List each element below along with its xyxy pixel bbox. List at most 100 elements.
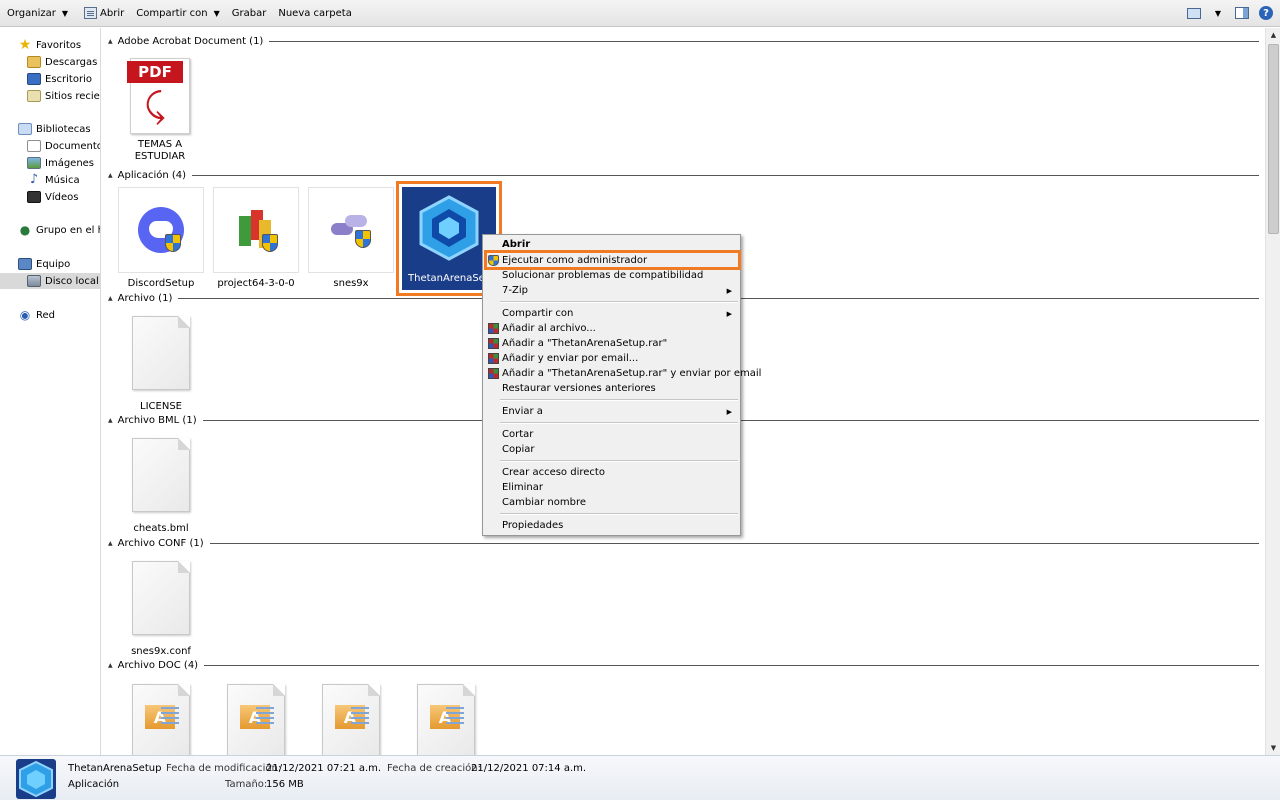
burn-label: Grabar [231, 7, 267, 19]
desktop-icon [27, 73, 41, 85]
view-options-button[interactable]: ▼ [1208, 3, 1228, 23]
nav-network[interactable]: ◉ Red [0, 307, 100, 323]
menu-label: Propiedades [502, 520, 564, 531]
collapse-icon: ▲ [108, 539, 113, 547]
vertical-scrollbar[interactable]: ▲ ▼ [1265, 28, 1280, 755]
winrar-icon [488, 323, 499, 334]
nav-local-disk[interactable]: Disco local (C [0, 273, 100, 289]
file-thumbnail [118, 555, 204, 641]
menu-item-add-rar-and-email[interactable]: Añadir a "ThetanArenaSetup.rar" y enviar… [485, 366, 761, 381]
group-title: Archivo CONF (1) [117, 537, 204, 549]
file-thumbnail: A [403, 678, 489, 755]
file-item-pdf[interactable]: PDF ⤹ TEMAS A ESTUDIAR [117, 53, 203, 163]
organize-label: Organizar [7, 7, 56, 19]
file-item-license[interactable]: LICENSE [118, 310, 204, 413]
open-button[interactable]: Abrir [79, 2, 129, 24]
menu-label: Cortar [502, 429, 534, 440]
file-item-doc[interactable]: A [213, 678, 299, 755]
file-item-doc[interactable]: A [403, 678, 489, 755]
group-header-application[interactable]: ▲ Aplicación (4) [108, 168, 1259, 182]
chevron-down-icon: ▼ [61, 8, 69, 18]
menu-item-send-to[interactable]: Enviar a ▶ [485, 404, 738, 419]
nav-favorites[interactable]: ★ Favoritos [0, 37, 100, 53]
menu-item-add-to-rar[interactable]: Añadir a "ThetanArenaSetup.rar" [485, 336, 738, 351]
nav-desktop[interactable]: Escritorio [0, 71, 100, 87]
menu-separator [500, 422, 738, 424]
file-item-cheats-bml[interactable]: cheats.bml [118, 432, 204, 535]
nav-homegroup[interactable]: ● Grupo en el ho [0, 222, 100, 238]
wordpad-document-icon: A [322, 684, 380, 755]
nav-images[interactable]: Imágenes [0, 155, 100, 171]
details-modified-label: Fecha de modificación: [166, 763, 282, 774]
file-item-snes9x[interactable]: snes9x [308, 187, 394, 290]
group-title: Archivo BML (1) [117, 414, 197, 426]
collapse-icon: ▲ [108, 294, 113, 302]
menu-item-7zip[interactable]: 7-Zip ▶ [485, 283, 738, 298]
details-size-label: Tamaño: [225, 779, 268, 790]
collapse-icon: ▲ [108, 416, 113, 424]
images-icon [27, 157, 41, 169]
details-file-type: Aplicación [68, 779, 120, 790]
menu-item-add-to-archive[interactable]: Añadir al archivo... [485, 321, 738, 336]
details-created-label: Fecha de creación: [387, 763, 481, 774]
menu-label: Cambiar nombre [502, 497, 586, 508]
scroll-up-arrow-icon[interactable]: ▲ [1266, 28, 1280, 42]
details-modified-value: 21/12/2021 07:21 a.m. [266, 763, 382, 774]
nav-music[interactable]: ♪ Música [0, 172, 100, 188]
menu-item-properties[interactable]: Propiedades [485, 518, 738, 533]
wordpad-document-icon: A [417, 684, 475, 755]
file-item-doc[interactable]: A [308, 678, 394, 755]
new-folder-button[interactable]: Nueva carpeta [273, 2, 356, 24]
menu-label: Solucionar problemas de compatibilidad [502, 270, 704, 281]
menu-label: Abrir [502, 239, 531, 250]
nav-label: Documentos [45, 140, 100, 152]
group-divider [204, 664, 1259, 666]
nav-label: Imágenes [45, 157, 95, 169]
scroll-down-arrow-icon[interactable]: ▼ [1266, 741, 1280, 755]
group-divider [209, 542, 1259, 544]
thetan-arena-icon [16, 759, 56, 799]
menu-item-copy[interactable]: Copiar [485, 442, 738, 457]
details-size-value: 156 MB [266, 779, 304, 790]
pdf-badge: PDF [127, 61, 183, 83]
group-header-pdf[interactable]: ▲ Adobe Acrobat Document (1) [108, 34, 1259, 48]
group-header-doc[interactable]: ▲ Archivo DOC (4) [108, 658, 1259, 672]
menu-item-add-and-email[interactable]: Añadir y enviar por email... [485, 351, 738, 366]
change-view-button[interactable] [1184, 3, 1204, 23]
file-name: TEMAS A ESTUDIAR [134, 139, 186, 162]
group-header-conf[interactable]: ▲ Archivo CONF (1) [108, 536, 1259, 550]
nav-downloads[interactable]: Descargas [0, 54, 100, 70]
nav-documents[interactable]: Documentos [0, 138, 100, 154]
nav-label: Sitios recient [45, 90, 100, 102]
file-item-doc[interactable]: A [118, 678, 204, 755]
menu-item-create-shortcut[interactable]: Crear acceso directo [485, 465, 738, 480]
file-item-snes9x-conf[interactable]: snes9x.conf [118, 555, 204, 658]
menu-label: Restaurar versiones anteriores [502, 383, 656, 394]
file-thumbnail [118, 310, 204, 396]
nav-libraries[interactable]: Bibliotecas [0, 121, 100, 137]
acrobat-logo-icon: ⤹ [145, 86, 166, 126]
submenu-arrow-icon: ▶ [726, 286, 732, 295]
share-button[interactable]: Compartir con ▼ [131, 2, 225, 24]
organize-button[interactable]: Organizar ▼ [2, 2, 73, 24]
nav-computer[interactable]: Equipo [0, 256, 100, 272]
help-button[interactable]: ? [1256, 3, 1276, 23]
menu-label: Añadir a "ThetanArenaSetup.rar" [502, 338, 668, 349]
nav-label: Disco local (C [45, 275, 100, 287]
menu-item-troubleshoot-compatibility[interactable]: Solucionar problemas de compatibilidad [485, 268, 738, 283]
menu-item-delete[interactable]: Eliminar [485, 480, 738, 495]
group-divider [269, 40, 1259, 42]
nav-recent-places[interactable]: Sitios recient [0, 88, 100, 104]
menu-item-cut[interactable]: Cortar [485, 427, 738, 442]
burn-button[interactable]: Grabar [227, 2, 272, 24]
menu-item-rename[interactable]: Cambiar nombre [485, 495, 738, 510]
menu-item-share-with[interactable]: Compartir con ▶ [485, 306, 738, 321]
preview-pane-button[interactable] [1232, 3, 1252, 23]
scrollbar-thumb[interactable] [1268, 44, 1279, 234]
menu-label: 7-Zip [502, 285, 528, 296]
file-item-project64[interactable]: project64-3-0-0 [213, 187, 299, 290]
share-label: Compartir con [136, 7, 208, 19]
nav-videos[interactable]: Vídeos [0, 189, 100, 205]
menu-item-restore-previous-versions[interactable]: Restaurar versiones anteriores [485, 381, 738, 396]
file-item-discordsetup[interactable]: DiscordSetup [118, 187, 204, 290]
